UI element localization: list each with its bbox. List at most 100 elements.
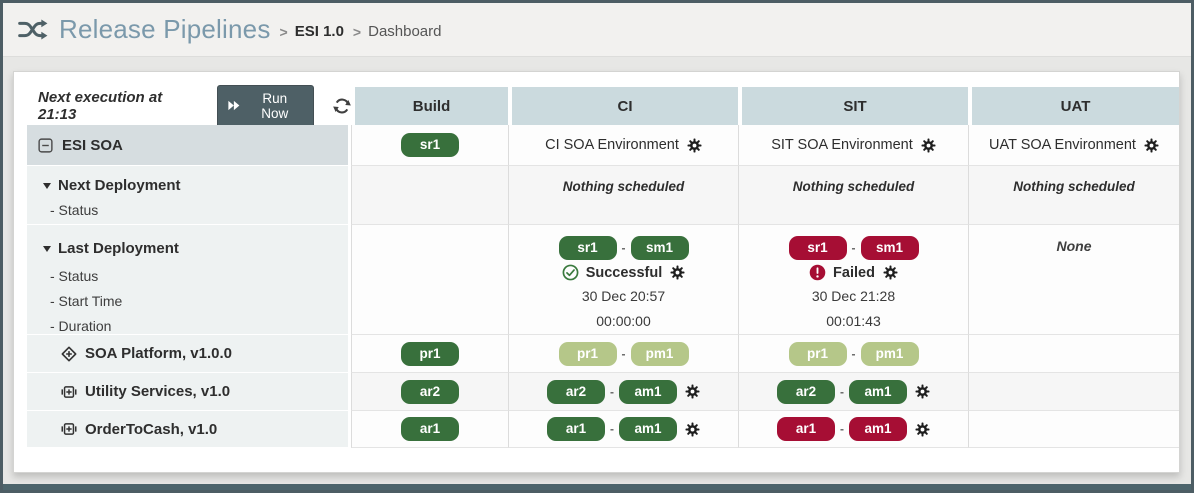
top-bar: Release Pipelines > ESI 1.0 > Dashboard — [3, 3, 1191, 57]
gear-icon[interactable] — [921, 138, 936, 153]
gear-icon[interactable] — [1144, 138, 1159, 153]
nothing-scheduled-text: Nothing scheduled — [1013, 175, 1135, 199]
release-badge[interactable]: sr1 — [789, 236, 847, 260]
pipeline-name: ESI SOA — [62, 137, 123, 154]
deployment-start-time: 30 Dec 21:28 — [812, 284, 895, 309]
execution-controls: Next execution at 21:13 Run Now — [27, 87, 351, 125]
release-badge[interactable]: sr1 — [559, 236, 617, 260]
pipeline-row-header[interactable]: ESI SOA — [27, 125, 351, 166]
last-deployment-ci-cell: sr1 - sm1 Successful 30 Dec 20:57 00:00:… — [508, 225, 738, 335]
run-now-label: Run Now — [248, 91, 302, 121]
next-deployment-status-label: - Status — [43, 198, 348, 223]
build-release-badge[interactable]: sr1 — [401, 133, 459, 157]
last-deployment-build-cell — [351, 225, 508, 335]
sit-cell: ar1 - am1 — [738, 411, 968, 448]
sit-environment-cell: SIT SOA Environment — [738, 125, 968, 166]
release-badge[interactable]: ar1 — [547, 417, 605, 441]
last-deployment-row-header: Last Deployment - Status - Start Time - … — [27, 225, 351, 335]
deployment-duration: 00:01:43 — [826, 309, 881, 334]
artifact-name: OrderToCash, v1.0 — [85, 421, 217, 438]
badge-separator: - — [622, 241, 626, 255]
artifact-name: Utility Services, v1.0 — [85, 383, 230, 400]
next-deployment-uat-cell: Nothing scheduled — [968, 166, 1179, 225]
nothing-scheduled-text: Nothing scheduled — [563, 175, 685, 199]
last-deployment-uat-cell: None — [968, 225, 1179, 335]
pipeline-table: Next execution at 21:13 Run Now Build CI… — [27, 87, 1179, 448]
release-badge[interactable]: ar2 — [777, 380, 835, 404]
gear-icon[interactable] — [915, 384, 930, 399]
artifact-row-soa-platform: SOA Platform, v1.0.0 — [27, 335, 351, 373]
bottom-accent-bar — [3, 484, 1191, 490]
next-deployment-group[interactable]: Next Deployment — [43, 174, 348, 198]
build-badge[interactable]: pr1 — [401, 342, 459, 366]
release-badge[interactable]: ar2 — [547, 380, 605, 404]
nothing-scheduled-text: Nothing scheduled — [793, 175, 915, 199]
next-deployment-build-cell — [351, 166, 508, 225]
platform-icon — [61, 346, 77, 362]
release-badge[interactable]: ar1 — [777, 417, 835, 441]
next-deployment-ci-cell: Nothing scheduled — [508, 166, 738, 225]
marker-badge[interactable]: sm1 — [631, 236, 689, 260]
badge-separator: - — [840, 422, 844, 436]
last-deployment-label: Last Deployment — [58, 237, 179, 261]
ci-cell: ar2 - am1 — [508, 373, 738, 411]
marker-badge[interactable]: am1 — [849, 417, 907, 441]
pipelines-shuffle-icon — [18, 18, 48, 41]
sit-cell: ar2 - am1 — [738, 373, 968, 411]
marker-badge[interactable]: am1 — [619, 380, 677, 404]
uat-environment-cell: UAT SOA Environment — [968, 125, 1179, 166]
badge-separator: - — [610, 422, 614, 436]
badge-separator: - — [610, 385, 614, 399]
marker-badge[interactable]: am1 — [619, 417, 677, 441]
caret-down-icon — [43, 183, 51, 189]
badge-separator: - — [622, 347, 626, 361]
marker-badge[interactable]: am1 — [849, 380, 907, 404]
refresh-button[interactable] — [333, 97, 351, 115]
gear-icon[interactable] — [685, 422, 700, 437]
deployment-start-time: 30 Dec 20:57 — [582, 284, 665, 309]
application-icon — [61, 384, 77, 400]
caret-down-icon — [43, 246, 51, 252]
uat-environment-label[interactable]: UAT SOA Environment — [989, 137, 1136, 153]
gear-icon[interactable] — [670, 265, 685, 280]
success-check-icon — [562, 264, 579, 281]
build-release-cell: sr1 — [351, 125, 508, 166]
none-text: None — [1057, 234, 1092, 258]
last-deployment-group[interactable]: Last Deployment — [43, 233, 348, 264]
build-badge[interactable]: ar1 — [401, 417, 459, 441]
gear-icon[interactable] — [915, 422, 930, 437]
last-deployment-status-label: - Status — [43, 264, 348, 289]
uat-cell — [968, 411, 1179, 448]
sit-environment-label[interactable]: SIT SOA Environment — [771, 137, 913, 153]
collapse-icon[interactable] — [38, 138, 53, 153]
column-header-build: Build — [351, 87, 508, 125]
application-icon — [61, 421, 77, 437]
marker-badge[interactable]: pm1 — [861, 342, 919, 366]
badge-separator: - — [852, 347, 856, 361]
last-deployment-sit-cell: sr1 - sm1 Failed 30 Dec 21:28 00:01:43 — [738, 225, 968, 335]
release-badge[interactable]: pr1 — [789, 342, 847, 366]
breadcrumb-separator: > — [280, 24, 288, 40]
column-header-sit: SIT — [738, 87, 968, 125]
ci-environment-label[interactable]: CI SOA Environment — [545, 137, 679, 153]
gear-icon[interactable] — [883, 265, 898, 280]
gear-icon[interactable] — [687, 138, 702, 153]
artifact-row-utility-services: Utility Services, v1.0 — [27, 373, 351, 411]
breadcrumb-project[interactable]: ESI 1.0 — [295, 23, 344, 40]
gear-icon[interactable] — [685, 384, 700, 399]
marker-badge[interactable]: sm1 — [861, 236, 919, 260]
badge-separator: - — [852, 241, 856, 255]
marker-badge[interactable]: pm1 — [631, 342, 689, 366]
ci-cell: pr1 - pm1 — [508, 335, 738, 373]
ci-environment-cell: CI SOA Environment — [508, 125, 738, 166]
build-cell: ar1 — [351, 411, 508, 448]
dashboard-card: Next execution at 21:13 Run Now Build CI… — [13, 71, 1180, 473]
build-cell: pr1 — [351, 335, 508, 373]
build-cell: ar2 — [351, 373, 508, 411]
breadcrumb-title[interactable]: Release Pipelines — [59, 14, 271, 45]
run-now-button[interactable]: Run Now — [217, 85, 314, 128]
deployment-duration: 00:00:00 — [596, 309, 651, 334]
build-badge[interactable]: ar2 — [401, 380, 459, 404]
failed-exclamation-icon — [809, 264, 826, 281]
release-badge[interactable]: pr1 — [559, 342, 617, 366]
